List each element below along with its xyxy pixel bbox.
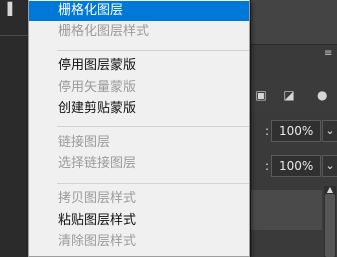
layer-context-menu: 栅格化图层 栅格化图层样式 停用图层蒙版 停用矢量蒙版 创建剪贴蒙版 链接图层 … xyxy=(28,0,250,257)
opacity-colon: : xyxy=(265,124,270,138)
menu-item-paste-layer-style[interactable]: 粘贴图层样式 xyxy=(29,211,249,231)
menu-item-clear-layer-style: 清除图层样式 xyxy=(58,234,137,249)
chevron-down-icon[interactable]: ⌄ xyxy=(322,120,337,142)
opacity-field[interactable]: 100% xyxy=(271,120,321,142)
opacity-row: : 100% ⌄ xyxy=(251,118,337,144)
lock-icon[interactable]: ◪ xyxy=(282,88,296,102)
menu-item-rasterize-layer-style: 栅格化图层样式 xyxy=(58,24,150,39)
fill-row: : 100% ⌄ xyxy=(251,153,337,179)
panel-menu-icon[interactable]: ≡ xyxy=(324,49,334,59)
menu-item-create-clipping-mask[interactable]: 创建剪贴蒙版 xyxy=(29,99,249,119)
left-divider xyxy=(0,35,28,36)
brush-icon[interactable]: ● xyxy=(317,88,327,102)
app-window: ▐ ≡ ▣ ◪ ● : 100% ⌄ : 100% ⌄ ▲ 栅格化图层 栅格化图… xyxy=(0,0,337,257)
panel-header xyxy=(251,0,337,45)
left-toolbar: ▐ xyxy=(0,0,28,257)
menu-item-link-layers: 链接图层 xyxy=(58,135,111,150)
menu-item-copy-layer-style: 拷贝图层样式 xyxy=(58,191,137,206)
layers-panel: ≡ ▣ ◪ ● : 100% ⌄ : 100% ⌄ ▲ xyxy=(250,0,337,257)
menu-item-rasterize-layer[interactable]: 栅格化图层 xyxy=(29,1,249,21)
menu-item-disable-layer-mask[interactable]: 停用图层蒙版 xyxy=(29,56,249,76)
panel-collapse-icon[interactable]: ▐ xyxy=(3,3,13,15)
chevron-down-icon[interactable]: ⌄ xyxy=(322,155,337,177)
fill-field[interactable]: 100% xyxy=(271,155,321,177)
menu-separator xyxy=(57,183,249,184)
layer-row[interactable] xyxy=(251,190,322,230)
menu-item-select-linked-layers: 选择链接图层 xyxy=(58,156,137,171)
transform-icon[interactable]: ▣ xyxy=(254,88,268,102)
layers-toolbar: ▣ ◪ ● xyxy=(251,80,337,112)
menu-separator xyxy=(57,50,249,51)
scrollbar-thumb[interactable] xyxy=(325,194,335,257)
scroll-up-icon[interactable]: ▲ xyxy=(325,186,335,194)
menu-item-disable-vector-mask: 停用矢量蒙版 xyxy=(58,80,137,95)
fill-colon: : xyxy=(265,159,270,173)
menu-separator xyxy=(57,126,249,127)
